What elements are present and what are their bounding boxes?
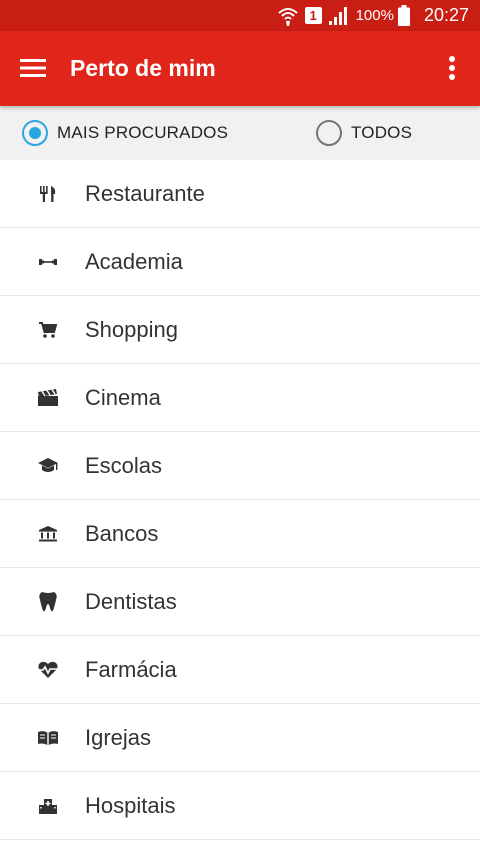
status-clock: 20:27: [423, 5, 469, 25]
radio-checked-icon[interactable]: [22, 120, 48, 146]
list-item-hospitais[interactable]: Hospitais: [0, 772, 480, 840]
status-bar: 1 100% 20:27: [0, 0, 480, 31]
list-item-escolas[interactable]: Escolas: [0, 432, 480, 500]
radio-mais-procurados[interactable]: MAIS PROCURADOS: [22, 106, 228, 160]
category-label: Bancos: [85, 520, 159, 546]
hamburger-menu-icon[interactable]: [20, 57, 46, 79]
category-label: Igrejas: [85, 724, 152, 750]
category-label: Shopping: [85, 316, 178, 342]
list-item-academia[interactable]: Academia: [0, 228, 480, 296]
shopping-cart-icon: [36, 318, 60, 342]
list-item-cinema[interactable]: Cinema: [0, 364, 480, 432]
book-icon: [36, 726, 60, 750]
school-icon: [36, 454, 60, 478]
fitness-icon: [36, 250, 60, 274]
category-label: Hospitais: [85, 792, 176, 818]
wifi-calling-icon: [277, 5, 299, 27]
radio-todos[interactable]: TODOS: [316, 106, 412, 160]
filter-bar: MAIS PROCURADOS TODOS: [0, 106, 480, 160]
radio-unchecked-icon[interactable]: [316, 120, 342, 146]
category-label: Restaurante: [85, 180, 205, 206]
restaurant-icon: [36, 182, 60, 206]
category-label: Academia: [85, 248, 183, 274]
list-item-restaurante[interactable]: Restaurante: [0, 160, 480, 228]
battery-percent: 100%: [355, 7, 394, 24]
app-bar: Perto de mim: [0, 31, 480, 106]
bank-icon: [36, 522, 60, 546]
category-list: Restaurante Academia Shopping Cinema Esc…: [0, 160, 480, 840]
sim-label: 1: [304, 7, 322, 24]
radio-label: TODOS: [351, 123, 413, 142]
radio-label: MAIS PROCURADOS: [57, 123, 229, 142]
list-item-farmacia[interactable]: Farmácia: [0, 636, 480, 704]
page-title: Perto de mim: [70, 55, 216, 81]
list-item-bancos[interactable]: Bancos: [0, 500, 480, 568]
category-label: Escolas: [85, 452, 163, 478]
battery-icon: [397, 5, 410, 26]
heart-pulse-icon: [36, 658, 60, 682]
more-vert-icon[interactable]: [448, 55, 456, 81]
list-item-shopping[interactable]: Shopping: [0, 296, 480, 364]
category-label: Cinema: [85, 384, 161, 410]
sim-icon: 1: [304, 7, 322, 24]
hospital-building-icon: [36, 794, 60, 818]
list-item-igrejas[interactable]: Igrejas: [0, 704, 480, 772]
signal-icon: [328, 6, 350, 26]
tooth-icon: [36, 590, 60, 614]
category-label: Dentistas: [85, 588, 177, 614]
movie-clapper-icon: [36, 386, 60, 410]
category-label: Farmácia: [85, 656, 177, 682]
list-item-dentistas[interactable]: Dentistas: [0, 568, 480, 636]
